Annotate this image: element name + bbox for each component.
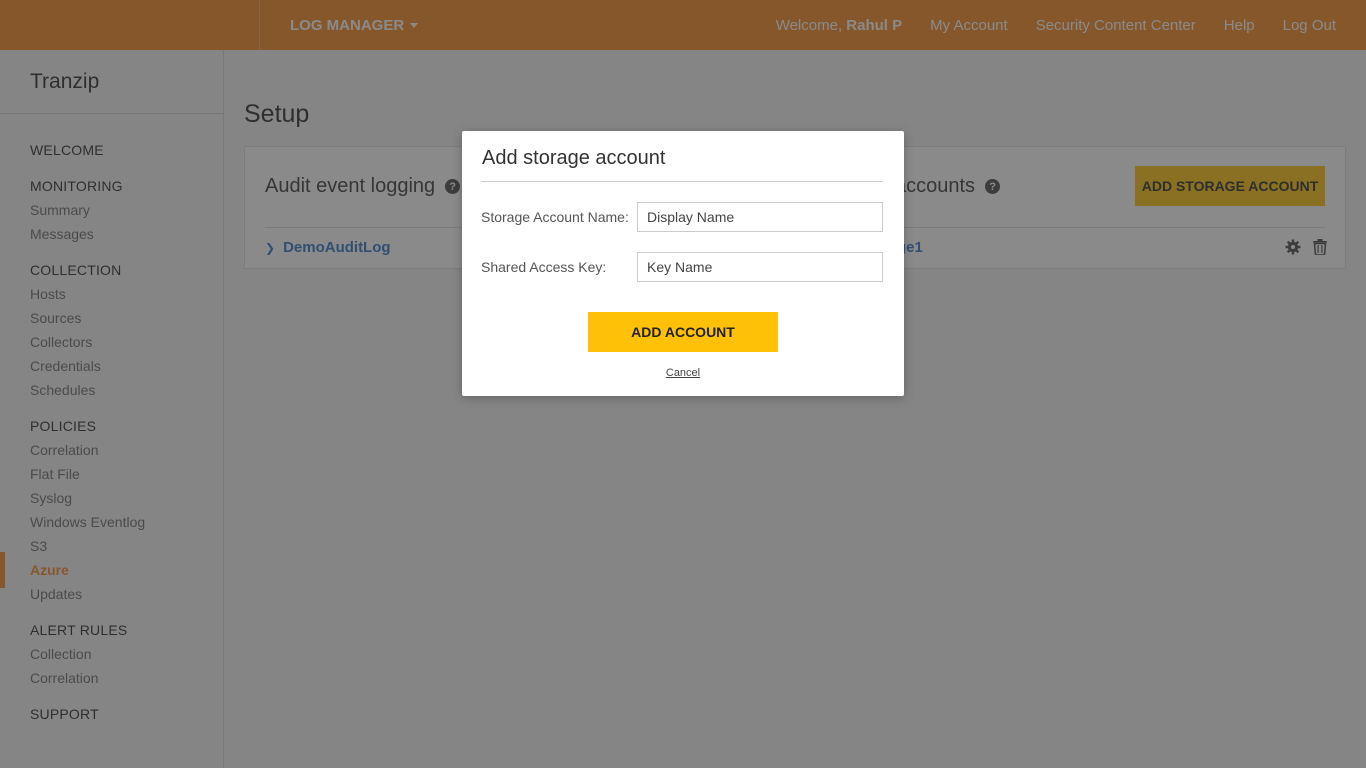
storage-account-name-label: Storage Account Name: [481, 209, 629, 225]
divider [481, 181, 883, 182]
shared-access-key-input[interactable] [637, 252, 883, 282]
shared-access-key-field: Shared Access Key: [481, 252, 883, 282]
dialog-title: Add storage account [482, 147, 666, 169]
add-storage-account-dialog: Add storage account Storage Account Name… [462, 131, 904, 396]
storage-account-name-field: Storage Account Name: [481, 202, 883, 232]
add-account-button[interactable]: ADD ACCOUNT [588, 312, 778, 352]
storage-account-name-input[interactable] [637, 202, 883, 232]
shared-access-key-label: Shared Access Key: [481, 259, 607, 275]
cancel-link[interactable]: Cancel [462, 367, 904, 379]
